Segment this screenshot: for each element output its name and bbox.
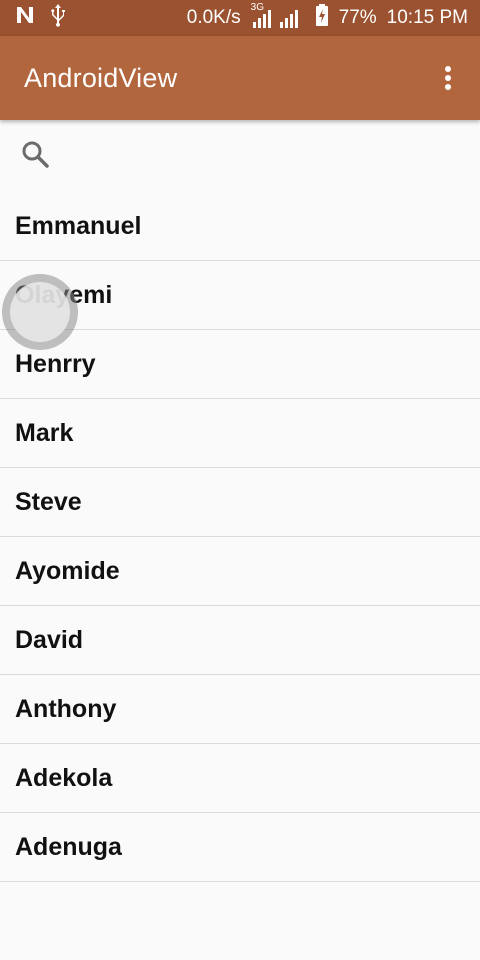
list-item-label: Henrry <box>15 349 96 378</box>
app-bar: AndroidView <box>0 36 480 120</box>
battery-percent: 77% <box>338 7 377 28</box>
clock: 10:15 PM <box>386 7 468 28</box>
signal-icon: 3G <box>251 3 305 30</box>
status-left-icons <box>14 3 66 33</box>
list-item[interactable]: Olayemi <box>0 261 480 330</box>
list-item[interactable]: Mark <box>0 399 480 468</box>
more-vert-icon <box>445 66 451 90</box>
overflow-menu-button[interactable] <box>436 54 460 102</box>
list-item[interactable]: Ayomide <box>0 537 480 606</box>
list-item-label: Emmanuel <box>15 211 142 240</box>
list-item-label: Steve <box>15 487 82 516</box>
list-item-label: Ayomide <box>15 556 120 585</box>
list-item[interactable]: Henrry <box>0 330 480 399</box>
list-item-label: Anthony <box>15 694 117 723</box>
usb-icon <box>50 3 66 33</box>
status-right-icons: 0.0K/s 3G 77% 10:15 PM <box>187 3 468 33</box>
name-list: Emmanuel Olayemi Henrry Mark Steve Ayomi… <box>0 192 480 882</box>
list-item-label: Adenuga <box>15 832 122 861</box>
net-speed: 0.0K/s <box>186 7 241 28</box>
list-item[interactable]: Steve <box>0 468 480 537</box>
list-item-label: David <box>15 625 84 654</box>
search-bar[interactable] <box>0 120 480 192</box>
app-title: AndroidView <box>24 62 178 93</box>
search-icon[interactable] <box>20 139 50 174</box>
list-item-label: Mark <box>15 418 74 447</box>
status-bar: 0.0K/s 3G 77% 10:15 PM <box>0 0 480 36</box>
battery-charging-icon <box>315 3 329 33</box>
n-notification-icon <box>14 4 36 32</box>
list-item[interactable]: Anthony <box>0 675 480 744</box>
list-item[interactable]: Adenuga <box>0 813 480 882</box>
list-item[interactable]: Adekola <box>0 744 480 813</box>
list-item[interactable]: Emmanuel <box>0 192 480 261</box>
list-item-label: Olayemi <box>15 280 113 309</box>
list-item[interactable]: David <box>0 606 480 675</box>
list-item-label: Adekola <box>15 763 113 792</box>
search-input[interactable] <box>64 135 448 177</box>
